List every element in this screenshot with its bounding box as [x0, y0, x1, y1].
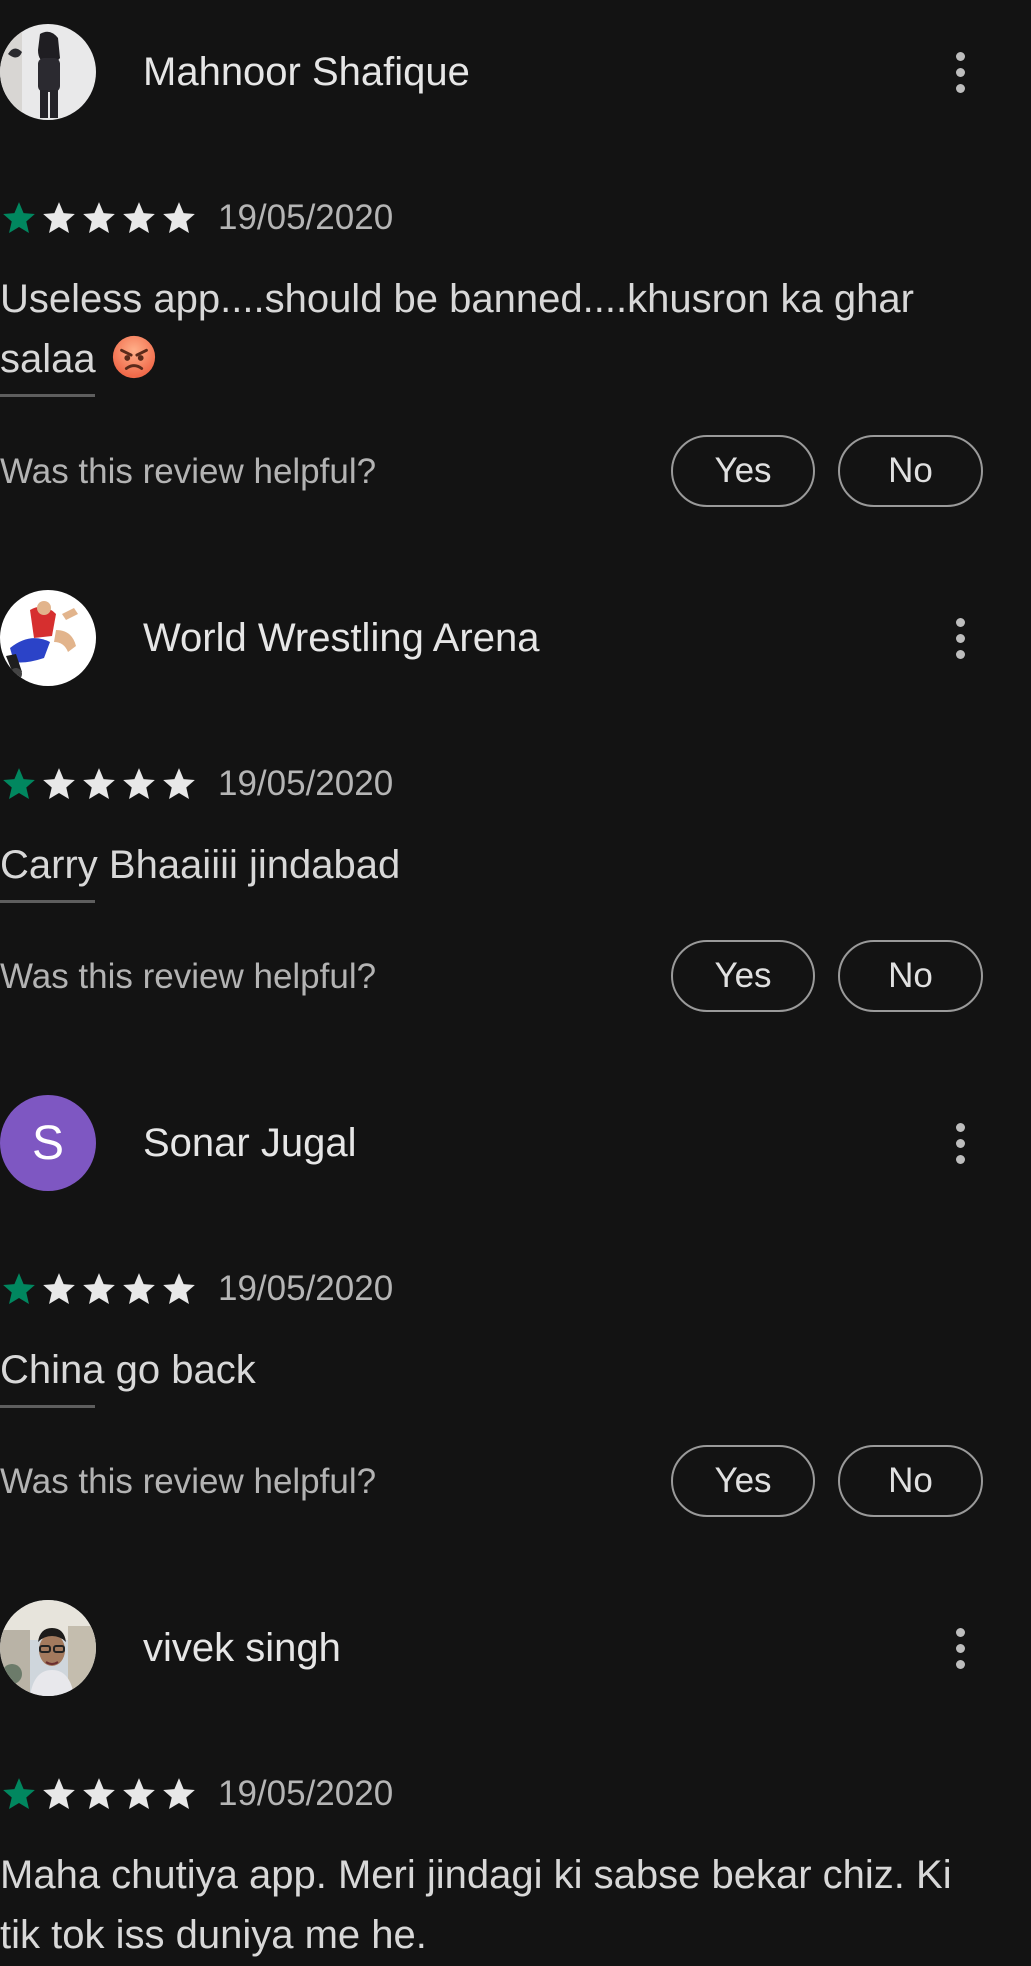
star-empty-icon — [43, 202, 75, 234]
star-rating — [0, 199, 198, 237]
avatar[interactable] — [0, 1600, 96, 1696]
rating-row: 19/05/2020 — [0, 1265, 393, 1313]
reviewer-name: Mahnoor Shafique — [143, 50, 470, 94]
divider — [0, 900, 95, 903]
divider — [0, 1405, 95, 1408]
star-empty-icon — [163, 202, 195, 234]
reviewer-name: vivek singh — [143, 1626, 341, 1670]
star-empty-icon — [163, 1273, 195, 1305]
helpful-no-button[interactable]: No — [838, 940, 983, 1012]
reviewer-name: Sonar Jugal — [143, 1121, 357, 1165]
star-empty-icon — [123, 1273, 155, 1305]
rating-row: 19/05/2020 — [0, 1770, 393, 1818]
review-date: 19/05/2020 — [218, 1269, 394, 1308]
more-options-icon[interactable] — [940, 42, 980, 102]
helpful-no-button[interactable]: No — [838, 435, 983, 507]
star-empty-icon — [83, 1273, 115, 1305]
helpful-question: Was this review helpful? — [0, 1462, 377, 1501]
divider — [0, 394, 95, 397]
star-filled-icon — [3, 1778, 35, 1810]
avatar[interactable] — [0, 24, 96, 120]
star-filled-icon — [3, 768, 35, 800]
star-rating — [0, 1775, 198, 1813]
star-empty-icon — [83, 768, 115, 800]
helpful-question: Was this review helpful? — [0, 452, 377, 491]
star-rating — [0, 765, 198, 803]
review-header: vivek singh — [0, 1600, 1031, 1696]
avatar[interactable] — [0, 590, 96, 686]
helpful-row: Was this review helpful? Yes No — [0, 1445, 1031, 1517]
star-empty-icon — [123, 202, 155, 234]
star-empty-icon — [43, 1273, 75, 1305]
review-date: 19/05/2020 — [218, 198, 394, 237]
star-rating — [0, 1270, 198, 1308]
review-text: China go back — [0, 1348, 256, 1392]
star-empty-icon — [83, 1778, 115, 1810]
helpful-yes-button[interactable]: Yes — [671, 435, 815, 507]
rating-row: 19/05/2020 — [0, 760, 393, 808]
star-empty-icon — [123, 1778, 155, 1810]
review-header: S Sonar Jugal — [0, 1095, 1031, 1191]
star-filled-icon — [3, 202, 35, 234]
star-empty-icon — [123, 768, 155, 800]
reviewer-name: World Wrestling Arena — [143, 616, 540, 660]
review-date: 19/05/2020 — [218, 764, 394, 803]
star-filled-icon — [3, 1273, 35, 1305]
more-options-icon[interactable] — [940, 1113, 980, 1173]
helpful-question: Was this review helpful? — [0, 957, 377, 996]
star-empty-icon — [163, 768, 195, 800]
review-header: Mahnoor Shafique — [0, 24, 1031, 120]
review-header: World Wrestling Arena — [0, 590, 1031, 686]
more-options-icon[interactable] — [940, 608, 980, 668]
review-text: Maha chutiya app. Meri jindagi ki sabse … — [0, 1853, 952, 1957]
star-empty-icon — [43, 1778, 75, 1810]
review-date: 19/05/2020 — [218, 1774, 394, 1813]
star-empty-icon — [163, 1778, 195, 1810]
helpful-yes-button[interactable]: Yes — [671, 940, 815, 1012]
helpful-no-button[interactable]: No — [838, 1445, 983, 1517]
helpful-row: Was this review helpful? Yes No — [0, 435, 1031, 507]
avatar[interactable]: S — [0, 1095, 96, 1191]
review-text: Carry Bhaaiiii jindabad — [0, 843, 401, 887]
more-options-icon[interactable] — [940, 1618, 980, 1678]
star-empty-icon — [43, 768, 75, 800]
star-empty-icon — [83, 202, 115, 234]
angry-face-icon — [112, 335, 155, 379]
helpful-yes-button[interactable]: Yes — [671, 1445, 815, 1517]
rating-row: 19/05/2020 — [0, 194, 393, 242]
review-text: Useless app....should be banned....khusr… — [0, 269, 1000, 389]
helpful-row: Was this review helpful? Yes No — [0, 940, 1031, 1012]
